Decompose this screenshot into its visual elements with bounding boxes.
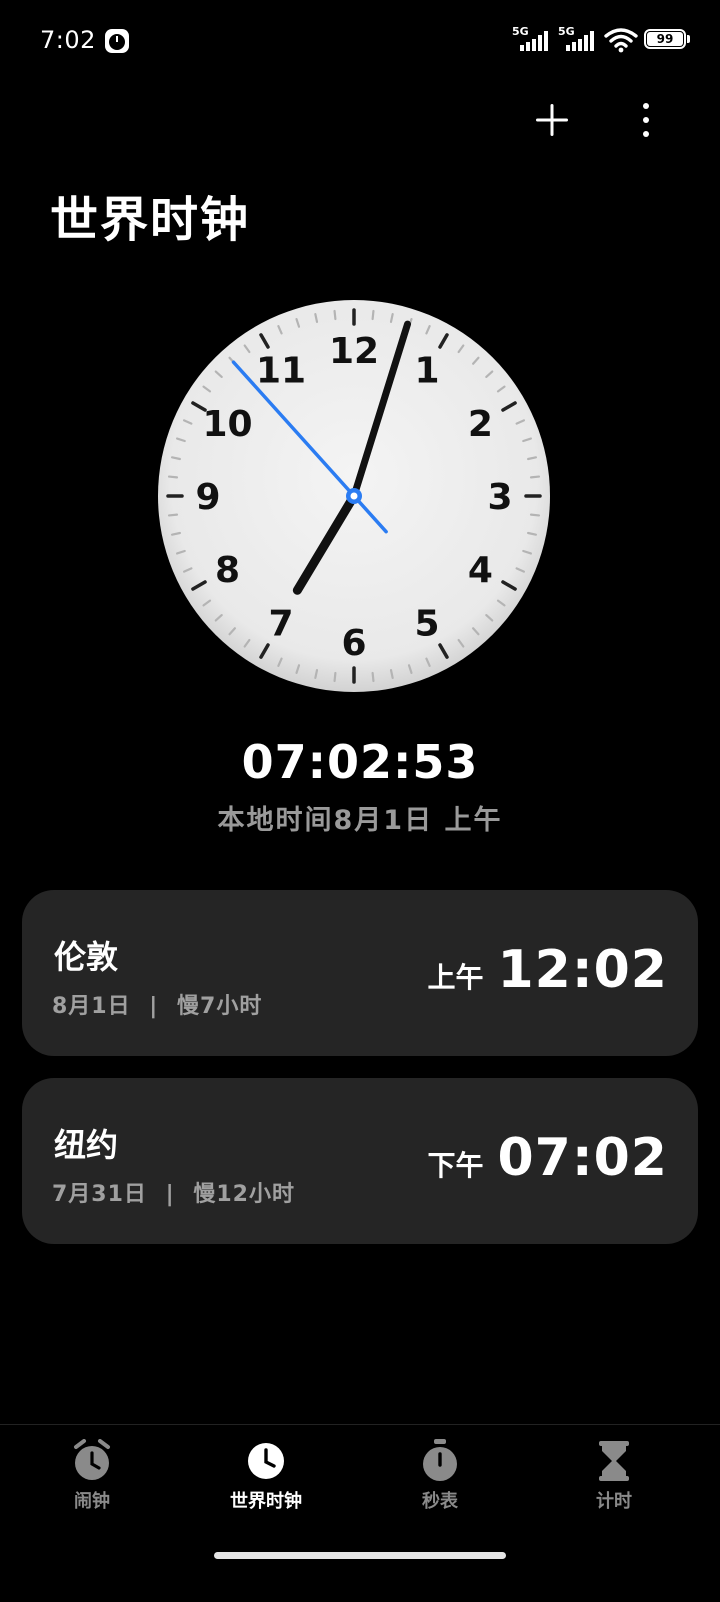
battery-level: 99 — [656, 32, 674, 46]
nav-item-alarm[interactable]: 闹钟 — [32, 1439, 152, 1535]
analog-clock: 12 12 3 45 6 78 9 1011 — [158, 300, 550, 692]
nav-label: 计时 — [596, 1491, 632, 1512]
clock-minute-tick — [167, 475, 179, 479]
clock-numeral: 1 — [414, 351, 439, 392]
alarm-icon — [74, 1439, 110, 1480]
stopwatch-icon — [423, 1439, 457, 1481]
clock-numeral: 7 — [268, 603, 293, 644]
separator: | — [165, 1182, 175, 1207]
clock-minute-tick — [371, 309, 375, 321]
clock-icon — [248, 1443, 284, 1479]
city-card-london[interactable]: 伦敦 8月1日 | 慢7小时 上午 12:02 — [22, 890, 698, 1056]
clock-minute-tick — [333, 671, 337, 683]
page-title: 世界时钟 — [50, 192, 251, 248]
city-name: 纽约 — [54, 1126, 119, 1164]
clock-numeral: 8 — [215, 550, 240, 591]
wifi-icon — [604, 28, 638, 53]
stopwatch-icon — [105, 29, 129, 53]
clock-numeral: 10 — [203, 404, 253, 445]
nav-label: 闹钟 — [74, 1491, 110, 1512]
clock-numeral: 11 — [256, 351, 306, 392]
more-vertical-icon[interactable] — [626, 100, 666, 140]
nav-item-timer[interactable]: 计时 — [554, 1439, 674, 1535]
city-date-offset: 8月1日 | 慢7小时 — [52, 988, 262, 1020]
separator: | — [149, 994, 159, 1019]
clock-minute-tick — [529, 513, 541, 517]
clock-numeral: 5 — [414, 603, 439, 644]
clock-numeral: 2 — [468, 404, 493, 445]
hourglass-icon — [599, 1441, 629, 1481]
city-time-group: 下午 07:02 — [427, 1128, 668, 1188]
clock-numeral: 6 — [341, 623, 366, 664]
clock-numeral: 9 — [195, 477, 220, 518]
clock-numeral: 12 — [329, 331, 379, 372]
home-indicator[interactable] — [214, 1552, 506, 1559]
nav-item-stopwatch[interactable]: 秒表 — [380, 1439, 500, 1535]
battery-icon: 99 — [644, 29, 692, 51]
city-ampm: 下午 — [427, 1149, 484, 1182]
clock-numeral: 3 — [487, 477, 512, 518]
clock-minute-tick — [529, 475, 541, 479]
signal-1: 5G — [512, 25, 552, 55]
city-offset: 慢12小时 — [193, 1182, 295, 1207]
status-icons: 5G 5G 99 — [512, 24, 692, 56]
city-time-group: 上午 12:02 — [427, 940, 668, 1000]
clock-minute-tick — [333, 309, 337, 321]
bottom-nav: 闹钟 世界时钟 秒表 计时 — [0, 1424, 720, 1602]
clock-center-dot — [350, 492, 358, 500]
city-date: 7月31日 — [52, 1182, 147, 1207]
status-time: 7:02 — [40, 26, 96, 54]
plus-icon[interactable] — [532, 100, 572, 140]
nav-label: 秒表 — [422, 1491, 458, 1512]
nav-item-world-clock[interactable]: 世界时钟 — [206, 1439, 326, 1535]
nav-label: 世界时钟 — [230, 1491, 302, 1512]
city-time: 07:02 — [497, 1128, 668, 1188]
city-date: 8月1日 — [52, 994, 131, 1019]
signal-bars-icon — [520, 31, 548, 51]
city-time: 12:02 — [497, 940, 668, 1000]
signal-bars-icon — [566, 31, 594, 51]
status-bar: 7:02 5G 5G 99 — [0, 0, 720, 84]
digital-time: 07:02:53 — [241, 735, 479, 789]
city-offset: 慢7小时 — [177, 994, 263, 1019]
clock-numeral: 4 — [468, 550, 493, 591]
clock-minute-tick — [371, 671, 375, 683]
city-name: 伦敦 — [54, 938, 119, 976]
signal-2: 5G — [558, 25, 598, 55]
city-card-new-york[interactable]: 纽约 7月31日 | 慢12小时 下午 07:02 — [22, 1078, 698, 1244]
local-date-label: 本地时间8月1日 上午 — [217, 805, 503, 836]
clock-minute-tick — [167, 513, 179, 517]
city-ampm: 上午 — [427, 961, 484, 994]
city-date-offset: 7月31日 | 慢12小时 — [52, 1176, 295, 1208]
